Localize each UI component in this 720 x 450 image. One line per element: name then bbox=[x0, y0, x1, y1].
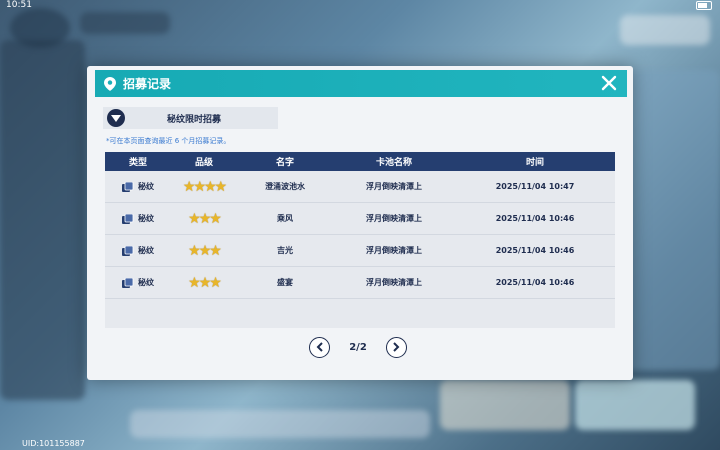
row-name: 澄涌波池水 bbox=[265, 182, 305, 191]
user-id: UID:101155887 bbox=[22, 439, 85, 448]
row-type: 秘纹 bbox=[138, 246, 154, 255]
chevron-down-icon bbox=[107, 109, 125, 127]
next-page-button[interactable] bbox=[385, 336, 407, 358]
row-name: 吉光 bbox=[277, 246, 293, 255]
rarity-stars: ★★★★ bbox=[182, 178, 227, 195]
col-rarity: 品级 bbox=[194, 158, 213, 168]
row-pool: 浮月倒映清潭上 bbox=[366, 182, 422, 191]
card-type-icon bbox=[122, 277, 134, 288]
card-type-icon bbox=[122, 245, 134, 256]
card-type-icon bbox=[122, 213, 134, 224]
row-type: 秘纹 bbox=[138, 182, 154, 191]
pagination: 2/2 bbox=[309, 336, 407, 358]
table-row: 秘纹 ★★★ 乘风 浮月倒映清潭上 2025/11/04 10:46 bbox=[105, 203, 615, 235]
close-icon bbox=[601, 75, 617, 91]
record-table: 类型 品级 名字 卡池名称 时间 秘纹 ★★★★ 澄涌波池水 浮月倒映清潭上 2… bbox=[105, 152, 615, 328]
background-bar bbox=[130, 410, 430, 438]
row-time: 2025/11/04 10:46 bbox=[495, 278, 575, 287]
row-type: 秘纹 bbox=[138, 214, 154, 223]
col-type: 类型 bbox=[128, 158, 147, 168]
pool-filter-label: 秘纹限时招募 bbox=[167, 114, 222, 125]
table-row: 秘纹 ★★★ 盛宴 浮月倒映清潭上 2025/11/04 10:46 bbox=[105, 267, 615, 299]
background-panel bbox=[0, 40, 85, 400]
rarity-stars: ★★★ bbox=[188, 210, 222, 227]
row-name: 盛宴 bbox=[277, 278, 293, 287]
battery-icon bbox=[696, 1, 712, 10]
status-time: 10:51 bbox=[6, 0, 32, 10]
dialog-header: 招募记录 bbox=[95, 70, 627, 97]
card-type-icon bbox=[122, 181, 134, 192]
row-time: 2025/11/04 10:46 bbox=[495, 246, 575, 255]
col-time: 时间 bbox=[525, 158, 544, 168]
col-pool: 卡池名称 bbox=[375, 158, 412, 168]
location-pin-icon bbox=[103, 76, 117, 91]
dialog-title: 招募记录 bbox=[123, 77, 172, 91]
close-button[interactable] bbox=[599, 73, 619, 93]
table-row: 秘纹 ★★★★ 澄涌波池水 浮月倒映清潭上 2025/11/04 10:47 bbox=[105, 171, 615, 203]
recruit-record-dialog: 招募记录 秘纹限时招募 *可在本页面查询最近 6 个月招募记录。 类型 品级 名… bbox=[87, 66, 633, 380]
page-indicator: 2/2 bbox=[349, 341, 367, 353]
col-name: 名字 bbox=[275, 158, 294, 168]
background-label bbox=[620, 15, 710, 45]
table-row: 秘纹 ★★★ 吉光 浮月倒映清潭上 2025/11/04 10:46 bbox=[105, 235, 615, 267]
status-bar: 10:51 bbox=[0, 0, 720, 12]
row-pool: 浮月倒映清潭上 bbox=[366, 214, 422, 223]
pool-filter-dropdown[interactable]: 秘纹限时招募 bbox=[103, 107, 278, 129]
row-time: 2025/11/04 10:46 bbox=[495, 214, 575, 223]
background-button bbox=[575, 380, 695, 430]
row-time: 2025/11/04 10:47 bbox=[495, 182, 575, 191]
rarity-stars: ★★★ bbox=[188, 242, 222, 259]
history-note: *可在本页面查询最近 6 个月招募记录。 bbox=[106, 137, 231, 145]
table-header: 类型 品级 名字 卡池名称 时间 bbox=[105, 152, 615, 171]
row-pool: 浮月倒映清潭上 bbox=[366, 246, 422, 255]
prev-page-button[interactable] bbox=[309, 336, 330, 358]
row-type: 秘纹 bbox=[138, 278, 154, 287]
row-pool: 浮月倒映清潭上 bbox=[366, 278, 422, 287]
prev-page-icon bbox=[316, 342, 323, 352]
background-avatar bbox=[10, 8, 70, 48]
row-name: 乘风 bbox=[277, 214, 293, 223]
background-label bbox=[80, 12, 170, 34]
next-page-icon bbox=[393, 342, 400, 352]
rarity-stars: ★★★ bbox=[188, 274, 222, 291]
background-button bbox=[440, 380, 570, 430]
